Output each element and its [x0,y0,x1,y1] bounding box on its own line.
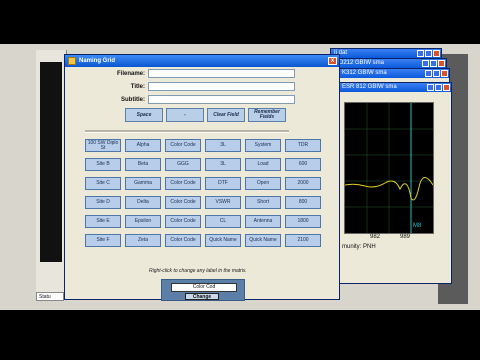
grid-cell-r1-c4[interactable]: 3L [205,139,241,152]
grid-cell-r5-c6[interactable]: 1800 [285,215,321,228]
grid-cell-r5-c3[interactable]: Color Code [165,215,201,228]
title-row: Title: [65,82,295,91]
close-icon[interactable] [443,84,450,91]
grid-cell-r6-c3[interactable]: Color Code [165,234,201,247]
grid-cell-r6-c4[interactable]: Quick Name [205,234,241,247]
grid-cell-r2-c2[interactable]: Beta [125,158,161,171]
window-controls [427,84,450,91]
grid-cell-r4-c2[interactable]: Delta [125,196,161,209]
remember-label-2: Fields [259,114,275,120]
background-window-left-dark [40,62,62,262]
title-label: Title: [130,83,145,90]
change-panel: Color Cod Change [161,279,245,301]
clear-field-button[interactable]: Clear Field [207,108,245,122]
divider [85,130,289,133]
maximize-icon[interactable] [435,84,442,91]
grid-cell-r2-c4[interactable]: 3L [205,158,241,171]
grid-cell-r1-c3[interactable]: Color Code [165,139,201,152]
change-button[interactable]: Change [185,293,219,300]
grid-cell-r4-c4[interactable]: VSWR [205,196,241,209]
grid-cell-r5-c1[interactable]: Site E [85,215,121,228]
grid-cell-r5-c2[interactable]: Epsilon [125,215,161,228]
grid-cell-r4-c3[interactable]: Color Code [165,196,201,209]
filename-label: Filename: [116,70,145,77]
label-edit-input[interactable]: Color Cod [171,283,237,292]
trace-plot: M8 [344,102,434,234]
close-icon[interactable] [433,50,440,57]
dialog-close-button[interactable]: x [328,57,337,65]
dialog-title: Naming Grid [79,58,116,64]
subtitle-label: Subtitle: [121,96,145,103]
maximize-icon[interactable] [430,60,437,67]
filename-field[interactable] [148,69,295,78]
grid-cell-r1-c6[interactable]: TDR [285,139,321,152]
grid-cell-r6-c6[interactable]: 2100 [285,234,321,247]
grid-cell-r3-c2[interactable]: Gamma [125,177,161,190]
grid-cell-r2-c6[interactable]: 600 [285,158,321,171]
window-controls [425,70,448,77]
close-icon[interactable] [438,60,445,67]
grid-cell-r2-c1[interactable]: Site B [85,158,121,171]
hint-text: Right-click to change any label in the m… [149,268,247,274]
dialog-title-bar[interactable]: Naming Grid [65,55,339,67]
subtitle-field[interactable] [148,95,295,104]
dash-button[interactable]: - [166,108,204,122]
grid-cell-r5-c5[interactable]: Antenna [245,215,281,228]
grid-cell-r1-c2[interactable]: Alpha [125,139,161,152]
grid-cell-r1-c1[interactable]: 100 SW Diplo St [85,139,121,152]
window-controls [417,50,440,57]
grid-cell-r3-c5[interactable]: Open [245,177,281,190]
close-icon[interactable] [441,70,448,77]
grid-cell-r3-c6[interactable]: 2000 [285,177,321,190]
grid-cell-r6-c2[interactable]: Zeta [125,234,161,247]
grid-cell-r6-c5[interactable]: Quick Name [245,234,281,247]
plot-caption: munity: PNH [342,244,376,250]
maximize-icon[interactable] [433,70,440,77]
grid-cell-r5-c4[interactable]: CL [205,215,241,228]
minimize-icon[interactable] [417,50,424,57]
space-button[interactable]: Space [125,108,163,122]
trace-plot-svg: M8 [344,103,434,233]
filename-row: Filename: [65,69,295,78]
grid-cell-r3-c4[interactable]: DTF [205,177,241,190]
grid-cell-r2-c5[interactable]: Load [245,158,281,171]
grid-cell-r3-c1[interactable]: Site C [85,177,121,190]
minimize-icon[interactable] [427,84,434,91]
grid-cell-r6-c1[interactable]: Site F [85,234,121,247]
marker-label: M8 [413,223,422,229]
grid-cell-r1-c5[interactable]: System [245,139,281,152]
status-field: Statu [36,292,64,301]
grid-cell-r4-c6[interactable]: 800 [285,196,321,209]
grid-cell-r2-c3[interactable]: GGG [165,158,201,171]
title-field[interactable] [148,82,295,91]
naming-grid-dialog: Naming Grid x Filename: Title: Subtitle:… [64,54,340,301]
plot-tick-989: 989 [400,234,411,240]
minimize-icon[interactable] [422,60,429,67]
subtitle-row: Subtitle: [65,95,295,104]
grid-cell-r4-c1[interactable]: Site D [85,196,121,209]
window-controls [422,60,445,67]
desktop-screen: Ii dat D212 GBIW sma K312 GBIW sma ESR 8… [0,44,480,310]
plot-grid [345,103,433,233]
remember-fields-button[interactable]: Remember Fields [248,108,286,122]
app-icon [68,57,76,65]
minimize-icon[interactable] [425,70,432,77]
plot-tick-982: 982 [370,234,381,240]
grid-cell-r3-c3[interactable]: Color Code [165,177,201,190]
grid-cell-r4-c5[interactable]: Short [245,196,281,209]
maximize-icon[interactable] [425,50,432,57]
